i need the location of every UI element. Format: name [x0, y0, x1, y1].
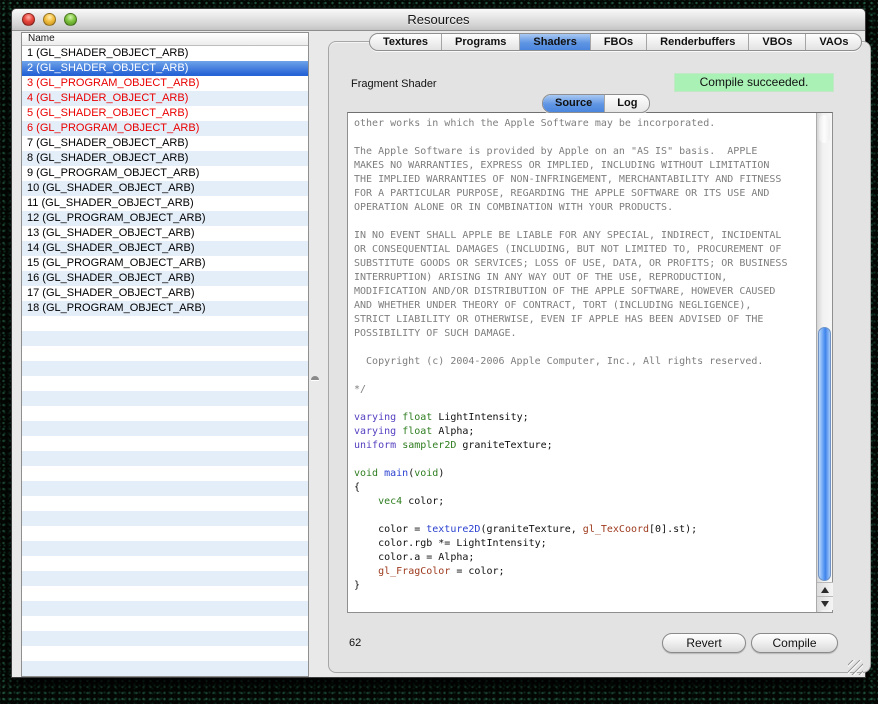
list-item[interactable]: 10 (GL_SHADER_OBJECT_ARB) [22, 181, 308, 196]
row-label: 9 (GL_PROGRAM_OBJECT_ARB) [27, 167, 199, 179]
row-label: 14 (GL_SHADER_OBJECT_ARB) [27, 242, 195, 254]
window-title: Resources [407, 12, 469, 27]
splitter-handle[interactable] [311, 376, 319, 380]
tab-vaos[interactable]: VAOs [806, 34, 861, 50]
row-label: 16 (GL_SHADER_OBJECT_ARB) [27, 272, 195, 284]
list-item[interactable]: 5 (GL_SHADER_OBJECT_ARB) [22, 106, 308, 121]
row-label: 10 (GL_SHADER_OBJECT_ARB) [27, 182, 195, 194]
row-label: 12 (GL_PROGRAM_OBJECT_ARB) [27, 212, 206, 224]
row-label: 4 (GL_SHADER_OBJECT_ARB) [27, 92, 188, 104]
list-item[interactable]: 6 (GL_PROGRAM_OBJECT_ARB) [22, 121, 308, 136]
row-label: 13 (GL_SHADER_OBJECT_ARB) [27, 227, 195, 239]
compile-status-badge: Compile succeeded. [674, 73, 834, 92]
view-tab-log[interactable]: Log [605, 95, 649, 112]
list-item[interactable]: 17 (GL_SHADER_OBJECT_ARB) [22, 286, 308, 301]
resource-list: Name 1 (GL_SHADER_OBJECT_ARB) 2 (GL_SHAD… [21, 32, 309, 677]
resize-grip[interactable] [848, 660, 863, 675]
list-item[interactable]: 4 (GL_SHADER_OBJECT_ARB) [22, 91, 308, 106]
list-item[interactable]: 3 (GL_PROGRAM_OBJECT_ARB) [22, 76, 308, 91]
tab-fbos[interactable]: FBOs [591, 34, 647, 50]
list-item[interactable]: 1 (GL_SHADER_OBJECT_ARB) [22, 46, 308, 61]
row-label: 18 (GL_PROGRAM_OBJECT_ARB) [27, 302, 206, 314]
list-item[interactable]: 13 (GL_SHADER_OBJECT_ARB) [22, 226, 308, 241]
scroll-up-button[interactable] [817, 582, 833, 596]
row-label: 15 (GL_PROGRAM_OBJECT_ARB) [27, 257, 206, 269]
zoom-icon[interactable] [64, 13, 77, 26]
resource-tab-bar: TexturesProgramsShadersFBOsRenderbuffers… [369, 33, 862, 51]
row-label: 1 (GL_SHADER_OBJECT_ARB) [27, 47, 188, 59]
row-label: 6 (GL_PROGRAM_OBJECT_ARB) [27, 122, 199, 134]
list-item[interactable]: 9 (GL_PROGRAM_OBJECT_ARB) [22, 166, 308, 181]
list-item[interactable]: 14 (GL_SHADER_OBJECT_ARB) [22, 241, 308, 256]
scroll-down-arrow-icon [821, 601, 829, 607]
view-tab-source[interactable]: Source [543, 95, 605, 112]
list-item[interactable]: 8 (GL_SHADER_OBJECT_ARB) [22, 151, 308, 166]
minimize-icon[interactable] [43, 13, 56, 26]
shader-source-editor[interactable]: other works in which the Apple Software … [347, 112, 833, 613]
window-controls [22, 13, 77, 26]
row-label: 3 (GL_PROGRAM_OBJECT_ARB) [27, 77, 199, 89]
list-item[interactable]: 12 (GL_PROGRAM_OBJECT_ARB) [22, 211, 308, 226]
title-bar[interactable]: Resources [12, 9, 865, 31]
list-item[interactable]: 16 (GL_SHADER_OBJECT_ARB) [22, 271, 308, 286]
resource-list-body: 1 (GL_SHADER_OBJECT_ARB) 2 (GL_SHADER_OB… [22, 46, 308, 676]
row-label: 2 (GL_SHADER_OBJECT_ARB) [27, 62, 188, 74]
scroll-up-arrow-icon [821, 587, 829, 593]
scroll-down-button[interactable] [817, 596, 833, 610]
close-icon[interactable] [22, 13, 35, 26]
row-label: 17 (GL_SHADER_OBJECT_ARB) [27, 287, 195, 299]
list-item[interactable]: 15 (GL_PROGRAM_OBJECT_ARB) [22, 256, 308, 271]
list-column-header-name[interactable]: Name [22, 33, 308, 46]
resources-window: Resources Name 1 (GL_SHADER_OBJECT_ARB) … [11, 8, 866, 678]
list-item[interactable]: 7 (GL_SHADER_OBJECT_ARB) [22, 136, 308, 151]
compile-button[interactable]: Compile [751, 633, 838, 653]
line-count-label: 62 [349, 637, 361, 649]
shader-panel: Fragment Shader Compile succeeded. Sourc… [328, 41, 871, 673]
scrollbar-thumb[interactable] [818, 327, 831, 581]
row-label: 8 (GL_SHADER_OBJECT_ARB) [27, 152, 188, 164]
row-label: 7 (GL_SHADER_OBJECT_ARB) [27, 137, 188, 149]
tab-shaders[interactable]: Shaders [520, 34, 590, 50]
tab-renderbuffers[interactable]: Renderbuffers [647, 34, 749, 50]
shader-type-label: Fragment Shader [351, 78, 437, 90]
tab-textures[interactable]: Textures [370, 34, 442, 50]
source-log-switcher: SourceLog [542, 94, 650, 113]
row-label: 5 (GL_SHADER_OBJECT_ARB) [27, 107, 188, 119]
row-label: 11 (GL_SHADER_OBJECT_ARB) [27, 197, 194, 209]
tab-vbos[interactable]: VBOs [749, 34, 806, 50]
revert-button[interactable]: Revert [662, 633, 746, 653]
editor-scrollbar[interactable] [816, 113, 832, 612]
scrollbar-track-cap [819, 115, 830, 143]
list-item[interactable]: 11 (GL_SHADER_OBJECT_ARB) [22, 196, 308, 211]
list-item[interactable]: 18 (GL_PROGRAM_OBJECT_ARB) [22, 301, 308, 316]
shader-source-text[interactable]: other works in which the Apple Software … [348, 113, 816, 612]
list-item[interactable]: 2 (GL_SHADER_OBJECT_ARB) [22, 61, 308, 76]
tab-programs[interactable]: Programs [442, 34, 520, 50]
